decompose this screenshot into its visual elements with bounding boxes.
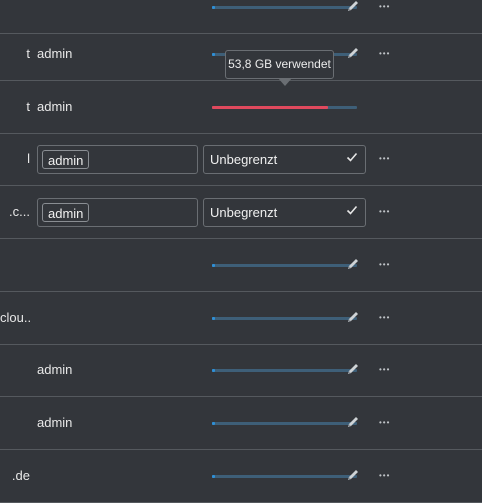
more-horizontal-icon[interactable]: •••	[379, 258, 399, 272]
table-row: clou... •••	[0, 291, 482, 345]
quota-usage-fill	[212, 421, 215, 425]
user-display-name: .de	[0, 468, 30, 483]
quota-usage-bar	[212, 421, 357, 425]
user-display-name: l	[0, 151, 30, 166]
more-horizontal-icon[interactable]: •••	[379, 152, 399, 166]
check-icon[interactable]	[346, 151, 358, 163]
user-display-name	[0, 257, 30, 272]
group-input[interactable]: admin	[37, 144, 198, 174]
pencil-icon[interactable]	[346, 362, 360, 376]
table-row: l admin Unbegrenzt •••	[0, 132, 482, 186]
user-display-name-text: .de	[11, 467, 30, 483]
user-group: admin	[37, 414, 73, 430]
table-row: •••	[0, 238, 482, 292]
pencil-icon[interactable]	[346, 257, 360, 271]
quota-usage-fill	[212, 316, 215, 320]
pencil-icon[interactable]	[346, 468, 360, 482]
table-row: .c... admin Unbegrenzt •••	[0, 185, 482, 239]
quota-usage-bar	[212, 368, 357, 372]
user-group: admin	[37, 98, 73, 114]
check-icon[interactable]	[346, 204, 358, 216]
user-display-name	[0, 362, 30, 377]
quota-tooltip: 53,8 GB verwendet	[225, 50, 334, 79]
tooltip-arrow	[278, 78, 292, 86]
quota-usage-bar	[212, 474, 357, 478]
quota-usage-fill	[212, 105, 328, 109]
user-display-name: .c...	[0, 204, 30, 219]
user-display-name-text: l	[27, 150, 30, 166]
user-display-name-text: t	[26, 98, 30, 114]
user-display-name: t	[0, 46, 30, 61]
table-row: .de •••	[0, 449, 482, 503]
user-display-name	[0, 0, 30, 14]
more-horizontal-icon[interactable]: •••	[379, 311, 399, 325]
quota-usage-bar	[212, 105, 357, 109]
quota-usage-bar	[212, 316, 357, 320]
user-display-name: clou...	[0, 310, 30, 325]
group-input[interactable]: admin	[37, 197, 198, 227]
group-tag[interactable]: admin	[42, 149, 90, 169]
more-horizontal-icon[interactable]: •••	[379, 205, 399, 219]
quota-usage-bar	[212, 5, 357, 9]
more-horizontal-icon[interactable]: •••	[379, 469, 399, 483]
more-horizontal-icon[interactable]: •••	[379, 47, 399, 61]
quota-usage-fill	[212, 474, 215, 478]
user-display-name-text: .c...	[9, 203, 30, 219]
quota-usage-bar	[212, 263, 357, 267]
quota-select[interactable]: Unbegrenzt	[203, 144, 366, 174]
user-group: admin	[37, 361, 73, 377]
user-display-name-text: clou...	[0, 309, 30, 325]
user-display-name	[0, 415, 30, 430]
user-display-name: t	[0, 99, 30, 114]
table-row: t admin	[0, 80, 482, 134]
pencil-icon[interactable]	[346, 415, 360, 429]
quota-value: Unbegrenzt	[210, 204, 278, 220]
user-display-name-text: t	[26, 45, 30, 61]
more-horizontal-icon[interactable]: •••	[379, 416, 399, 430]
quota-usage-fill	[212, 5, 215, 9]
more-horizontal-icon[interactable]: •••	[379, 0, 399, 14]
table-row: admin •••	[0, 343, 482, 397]
group-tag[interactable]: admin	[42, 202, 90, 222]
quota-usage-fill	[212, 52, 215, 56]
user-group: admin	[37, 45, 73, 61]
quota-usage-fill	[212, 263, 215, 267]
quota-usage-fill	[212, 368, 215, 372]
pencil-icon[interactable]	[346, 46, 360, 60]
more-horizontal-icon[interactable]: •••	[379, 363, 399, 377]
table-row: admin •••	[0, 396, 482, 450]
quota-value: Unbegrenzt	[210, 151, 278, 167]
quota-select[interactable]: Unbegrenzt	[203, 197, 366, 227]
pencil-icon[interactable]	[346, 0, 360, 13]
pencil-icon[interactable]	[346, 310, 360, 324]
